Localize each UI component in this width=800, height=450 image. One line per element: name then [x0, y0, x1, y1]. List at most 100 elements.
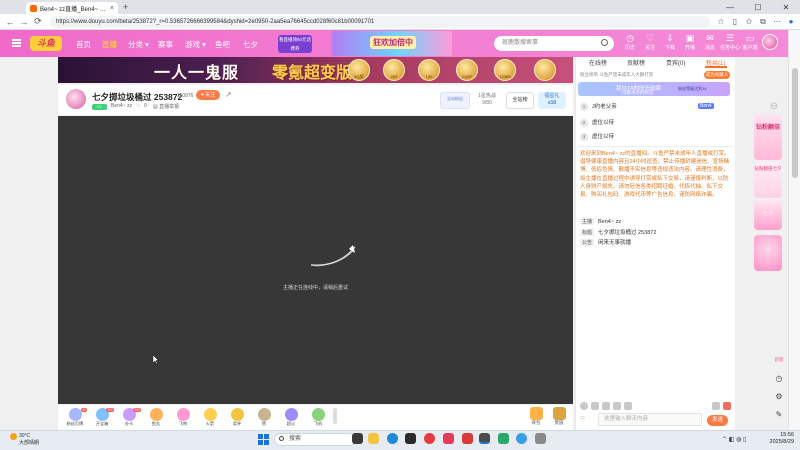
edit-side-icon[interactable]: ✎	[772, 408, 786, 422]
follow-button[interactable]: ♡ 关注	[639, 33, 661, 51]
follow-anchor-button[interactable]: ♥ 关注	[196, 90, 220, 100]
rank-item[interactable]: 1 J约老父亲	[580, 102, 617, 111]
rank-item[interactable]: 乌鲁木齐的秋日	[622, 90, 654, 96]
gift-item[interactable]: 办卡 300	[119, 408, 141, 430]
gift-item[interactable]: 粉丝灯牌 40	[65, 408, 87, 430]
gift-item[interactable]: 超火	[281, 408, 301, 430]
split-screen-icon[interactable]: ▯	[730, 17, 740, 27]
collapse-icon[interactable]: ⊖	[767, 100, 781, 114]
start-live-button[interactable]: ▣ 开播	[679, 33, 701, 51]
app-icon-gray[interactable]	[535, 433, 546, 444]
close-window-icon[interactable]: ✕	[772, 0, 800, 14]
user-avatar[interactable]	[762, 34, 778, 50]
gift-effect-icon[interactable]	[723, 402, 731, 410]
tab-online-rank[interactable]: 在线榜	[589, 58, 607, 67]
browser-tab[interactable]: Ben4~ zz直播_Ben4~ zz直播_Be... ×	[26, 2, 118, 14]
maximize-icon[interactable]: ☐	[744, 0, 772, 14]
gift-item[interactable]: 赞	[254, 408, 274, 430]
site-rank-button[interactable]: 全站榜	[506, 92, 534, 109]
emoji-icon[interactable]	[580, 402, 588, 410]
edge-icon[interactable]	[387, 433, 398, 444]
gift-item[interactable]: 奖杯	[227, 408, 247, 430]
tab-contribution[interactable]: 贡献榜	[627, 58, 645, 67]
windows-start-icon[interactable]	[258, 434, 269, 445]
send-button[interactable]: 发送	[707, 415, 728, 426]
search-input[interactable]: 斑鹿散搜索事	[494, 36, 614, 51]
side-promo[interactable]: 钻粉翻倍	[754, 114, 782, 160]
weather-widget[interactable]: 30°C 大部晴朗	[10, 433, 39, 446]
backpack-button[interactable]: 背包	[525, 407, 547, 429]
more-menu-icon[interactable]: ⋯	[772, 17, 782, 27]
new-version-button[interactable]: 新版	[772, 357, 786, 369]
settings-side-icon[interactable]: ⚙	[772, 390, 786, 404]
new-tab-button[interactable]: +	[123, 2, 128, 12]
ad-banner[interactable]: 一人一鬼服 零氪超变版 5Q奖 200 100 1Q2P 12300	[58, 57, 573, 83]
tab-vip[interactable]: 贵宾(0)	[666, 58, 685, 67]
anchor-avatar[interactable]	[66, 89, 86, 109]
close-tab-icon[interactable]: ×	[110, 5, 114, 12]
lock-icon[interactable]	[712, 402, 720, 410]
chat-input[interactable]: 这里输入聊天内容	[598, 413, 702, 426]
gift-item[interactable]: 开宝箱 300	[92, 408, 114, 430]
noble-button[interactable]: 贵族	[548, 407, 570, 429]
messages-button[interactable]: ✉ 消息	[699, 33, 721, 51]
app-icon-red[interactable]	[424, 433, 435, 444]
taskbar-search[interactable]: 搜索	[274, 433, 356, 446]
app-icon-blue[interactable]	[516, 433, 527, 444]
app-icon-music[interactable]	[462, 433, 473, 444]
search-icon[interactable]	[601, 39, 608, 46]
app-icon-active[interactable]	[479, 433, 490, 444]
tray-icons[interactable]: ⌃ ◧ ◍ ▯	[722, 436, 746, 443]
chat-mode-icon[interactable]: ▭	[580, 415, 592, 425]
side-promo[interactable]: 钻粉翻倍七夕	[754, 162, 782, 198]
fan-level-badge[interactable]: 全站粉丝	[440, 92, 470, 109]
app-icon-pink[interactable]	[443, 433, 454, 444]
client-button[interactable]: ▭ 客户端	[739, 33, 761, 51]
anchor-name[interactable]: Ben4~ zz	[111, 103, 132, 109]
gift-item[interactable]: 飞吻	[173, 408, 193, 430]
url-input[interactable]: https://www.douyu.com/beta/253872?_r=0.5…	[50, 16, 710, 28]
nav-live[interactable]: 直播	[102, 39, 117, 50]
danmu-style-icon[interactable]	[591, 402, 599, 410]
minimize-icon[interactable]: —	[716, 0, 744, 14]
nav-qixi[interactable]: 七夕	[243, 39, 258, 50]
shield-icon[interactable]	[613, 402, 621, 410]
gift-item[interactable]: 鱼丸	[146, 408, 166, 430]
history-side-icon[interactable]: ◷	[772, 372, 786, 386]
fan-medal-banner[interactable]: 我与TA的时光勋章 粉丝等级达到14	[578, 82, 730, 96]
side-promo[interactable]: 七夕	[754, 200, 782, 230]
nav-fishbar[interactable]: 鱼吧	[215, 39, 230, 50]
share-icon[interactable]: ↗	[225, 90, 232, 99]
fan-icon[interactable]	[624, 402, 632, 410]
history-button[interactable]: ◷ 历史	[619, 33, 641, 51]
rank-item[interactable]: 2 虚位以待	[580, 118, 614, 127]
promo-banner[interactable]: 狂欢加倍中	[332, 31, 452, 56]
forward-icon[interactable]: →	[17, 17, 31, 27]
side-promo[interactable]	[754, 235, 782, 271]
nav-events[interactable]: 赛事	[158, 39, 173, 50]
nav-games[interactable]: 游戏 ▾	[185, 39, 206, 50]
become-contributor-button[interactable]: 成为贡献人	[704, 71, 730, 79]
promo-voucher[interactable]: 看直播领60元话费券	[278, 35, 312, 53]
gift-item[interactable]: 火箭	[200, 408, 220, 430]
gift-item[interactable]: 飞机	[308, 408, 328, 430]
gift-scroll-handle[interactable]	[333, 408, 337, 424]
back-icon[interactable]: ←	[3, 17, 17, 27]
page-scrollbar[interactable]	[788, 30, 800, 430]
extensions-icon[interactable]: ⧉	[758, 17, 768, 27]
nav-home[interactable]: 首页	[76, 39, 91, 50]
star-icon[interactable]: ☆	[716, 17, 726, 27]
lucky-gift[interactable]: 福星礼 x10	[538, 92, 566, 109]
reload-icon[interactable]: ⟳	[31, 16, 45, 27]
app-icon-green[interactable]	[498, 433, 509, 444]
store-icon[interactable]	[405, 433, 416, 444]
menu-icon[interactable]	[12, 39, 21, 47]
fan-heat[interactable]: 1星热战 9/80	[474, 92, 500, 109]
favorites-icon[interactable]: ✩	[744, 17, 754, 27]
scrollbar-thumb[interactable]	[792, 68, 798, 178]
file-explorer-icon[interactable]	[368, 433, 379, 444]
task-view-icon[interactable]	[352, 433, 363, 444]
douyu-logo[interactable]: 斗鱼	[30, 36, 62, 51]
report-link[interactable]: ▤ 直播举报	[153, 103, 179, 110]
copilot-icon[interactable]: ●	[786, 17, 796, 27]
